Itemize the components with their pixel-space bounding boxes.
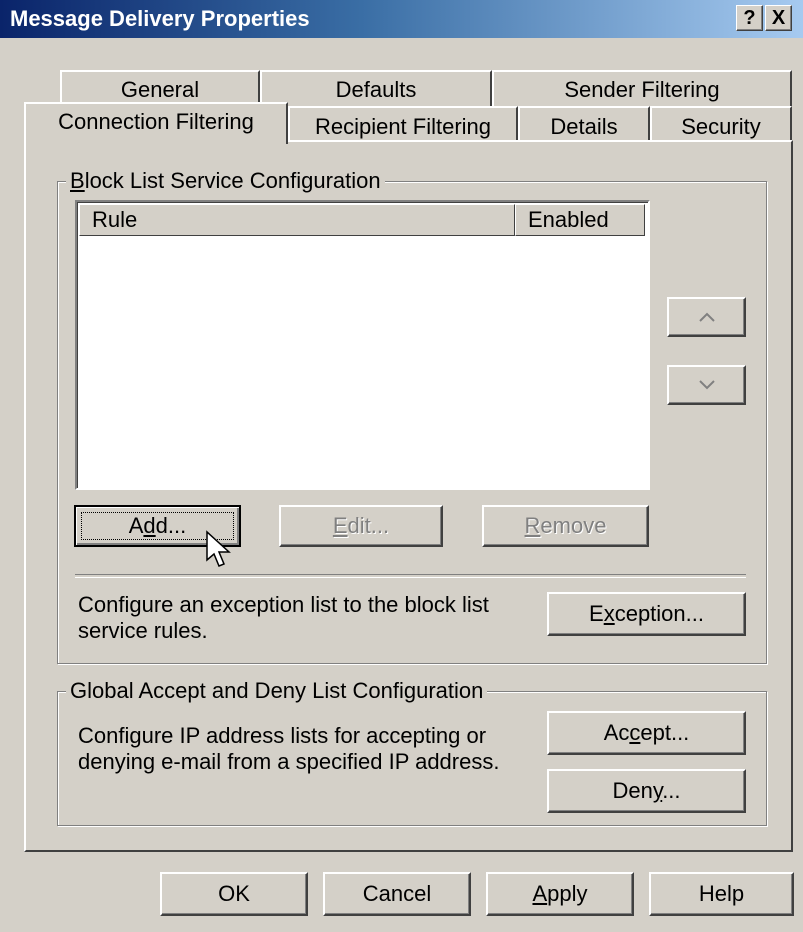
tab-sender-filtering[interactable]: Sender Filtering	[492, 70, 792, 106]
tab-defaults[interactable]: Defaults	[260, 70, 492, 106]
tab-defaults-label: Defaults	[335, 77, 417, 102]
tab-recipient-filtering[interactable]: Recipient Filtering	[288, 106, 518, 142]
global-list-description: Configure IP address lists for accepting…	[78, 723, 500, 774]
deny-button[interactable]: Deny...	[547, 769, 746, 813]
block-list-group-title: Block List Service Configuration	[66, 168, 385, 194]
close-button[interactable]: X	[765, 5, 792, 31]
column-header-enabled[interactable]: Enabled	[515, 204, 645, 236]
exception-button[interactable]: Exception...	[547, 592, 746, 636]
tab-connection-filtering-label: Connection Filtering	[58, 109, 254, 134]
help-dialog-button[interactable]: Help	[649, 872, 794, 916]
edit-button[interactable]: Edit...	[279, 505, 443, 547]
move-up-button[interactable]	[667, 297, 746, 337]
exception-description: Configure an exception list to the block…	[78, 592, 489, 643]
title-bar: Message Delivery Properties ? X	[0, 0, 803, 38]
tab-general[interactable]: General	[60, 70, 260, 106]
chevron-down-icon	[699, 380, 715, 390]
tab-sender-filtering-label: Sender Filtering	[564, 77, 720, 102]
remove-button[interactable]: Remove	[482, 505, 649, 547]
mouse-cursor-icon	[206, 530, 231, 567]
accept-button[interactable]: Accept...	[547, 711, 746, 755]
tab-connection-filtering[interactable]: Connection Filtering	[24, 102, 288, 144]
window-title: Message Delivery Properties	[10, 6, 310, 31]
global-list-group-title: Global Accept and Deny List Configuratio…	[66, 678, 488, 704]
cancel-button[interactable]: Cancel	[323, 872, 471, 916]
chevron-up-icon	[699, 312, 715, 322]
block-list-rules-list[interactable]: Rule Enabled	[75, 200, 650, 490]
apply-button[interactable]: Apply	[486, 872, 634, 916]
column-header-rule[interactable]: Rule	[79, 204, 515, 236]
ok-button[interactable]: OK	[160, 872, 308, 916]
separator-line	[75, 574, 746, 578]
move-down-button[interactable]	[667, 365, 746, 405]
tab-details[interactable]: Details	[518, 106, 650, 142]
help-button[interactable]: ?	[736, 5, 763, 31]
tab-security[interactable]: Security	[650, 106, 792, 142]
